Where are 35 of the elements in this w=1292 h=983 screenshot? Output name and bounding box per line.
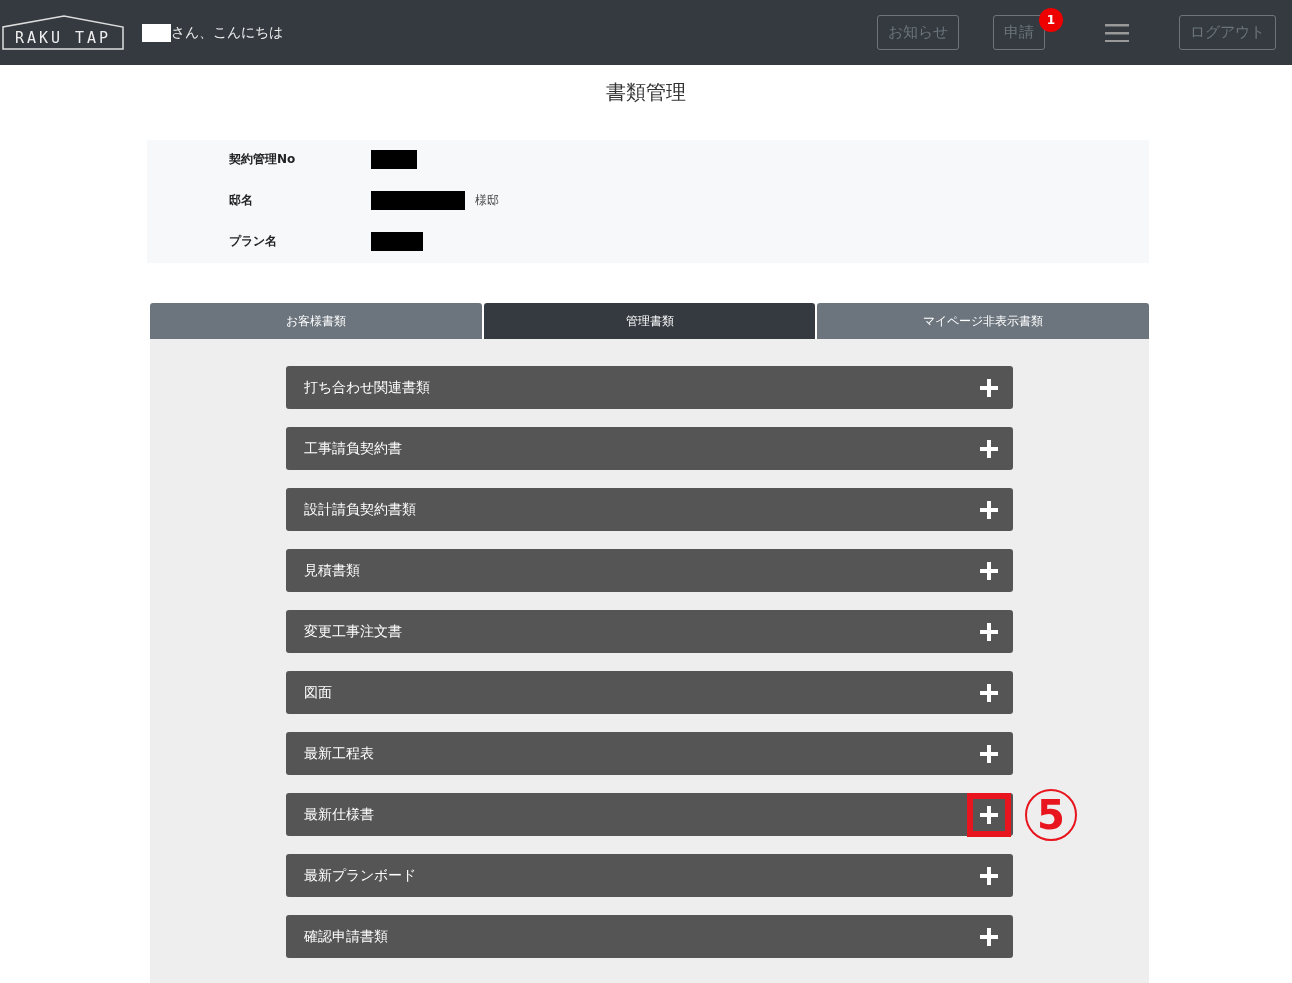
info-label: プラン名 (229, 233, 278, 250)
accordion-header[interactable]: 設計請負契約書類 (286, 488, 1013, 531)
accordion-header[interactable]: 見積書類 (286, 549, 1013, 592)
plus-icon[interactable] (980, 866, 998, 885)
plus-icon[interactable] (980, 378, 998, 397)
page-title: 書類管理 (605, 79, 687, 106)
accordion-header[interactable]: 変更工事注文書 (286, 610, 1013, 653)
accordion-header[interactable]: 工事請負契約書 (286, 427, 1013, 470)
tab[interactable]: マイページ非表示書類 (817, 303, 1149, 339)
plus-icon[interactable] (980, 439, 998, 458)
plus-icon[interactable] (980, 561, 998, 580)
notification-badge: 1 (1039, 8, 1063, 32)
menu-icon[interactable] (1105, 23, 1129, 42)
accordion-header[interactable]: 最新プランボード (286, 854, 1013, 897)
accordion-header[interactable]: 確認申請書類 (286, 915, 1013, 958)
info-suffix: 様邸 (475, 192, 499, 209)
callout-number: 5 (1025, 788, 1077, 841)
tab[interactable]: お客様書類 (150, 303, 482, 339)
info-label: 契約管理No (229, 151, 297, 168)
plus-icon[interactable] (980, 622, 998, 641)
plus-icon[interactable] (980, 500, 998, 519)
plus-icon[interactable] (980, 744, 998, 763)
logo[interactable]: RAKU TAP (2, 13, 124, 50)
greeting-text: さん、こんにちは (171, 23, 283, 42)
accordion-header[interactable]: 最新工程表 (286, 732, 1013, 775)
redacted-value (371, 232, 423, 251)
tab[interactable]: 管理書類 (483, 303, 816, 339)
redacted-value (371, 150, 417, 169)
plus-icon[interactable] (980, 683, 998, 702)
info-label: 邸名 (229, 192, 254, 209)
plus-icon[interactable] (980, 927, 998, 946)
accordion-header[interactable]: 図面 (286, 671, 1013, 714)
accordion-header[interactable]: 打ち合わせ関連書類 (286, 366, 1013, 409)
plus-icon[interactable] (980, 805, 998, 824)
redacted-name (142, 23, 171, 42)
